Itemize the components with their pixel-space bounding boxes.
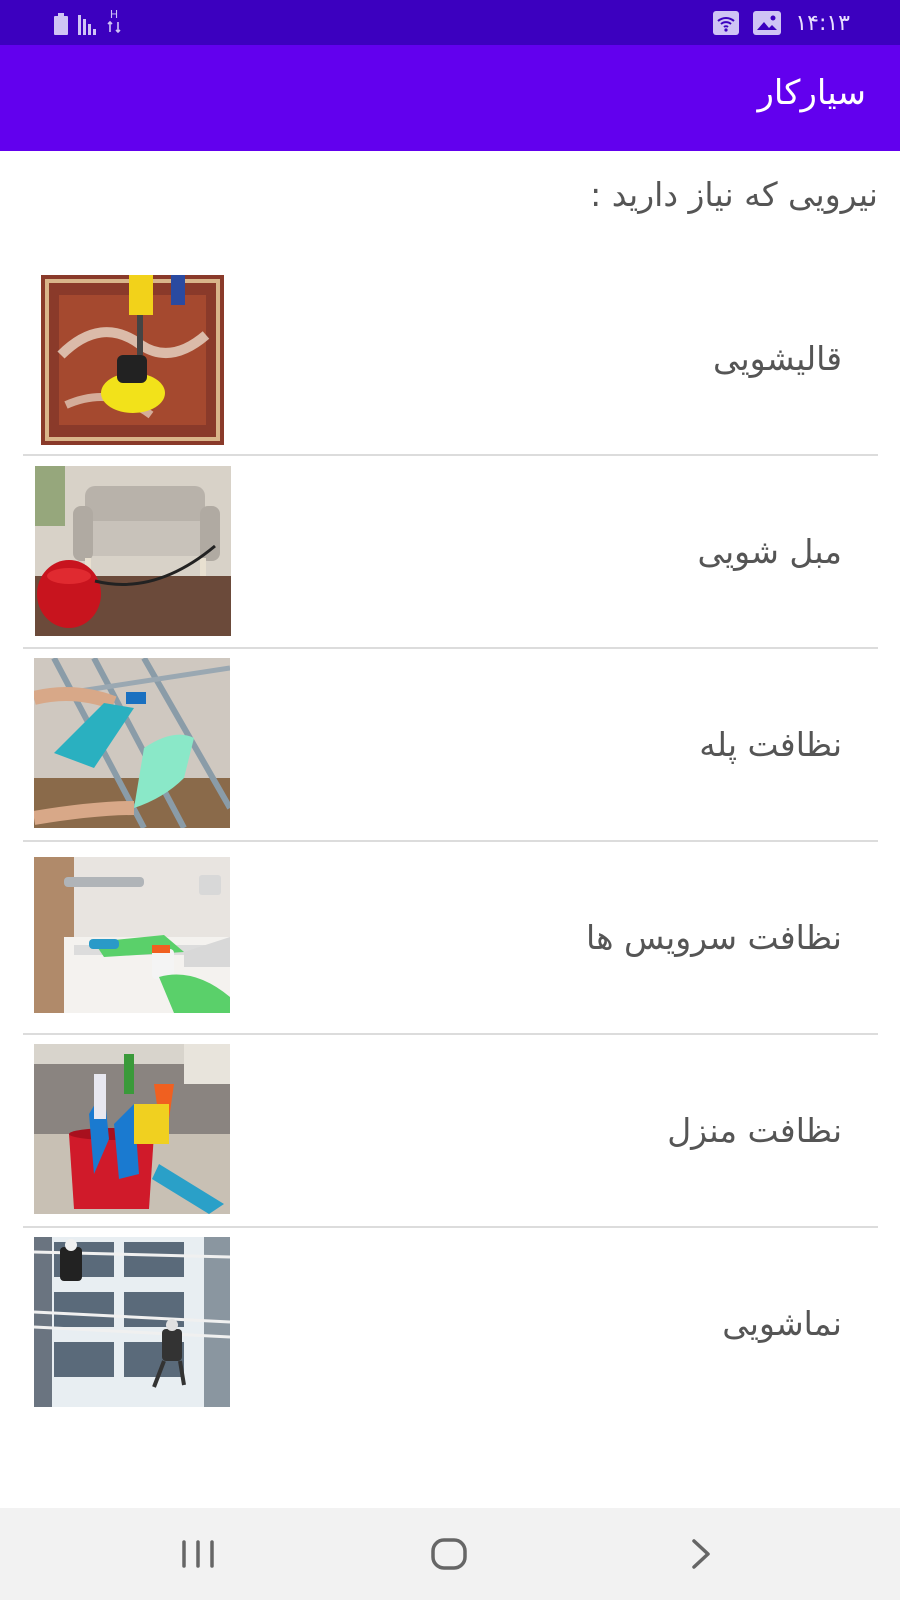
service-item-house-cleaning[interactable]: نظافت منزل: [23, 1034, 878, 1228]
stair-cleaning-image: [34, 658, 230, 828]
service-label: مبل شویی: [697, 531, 842, 571]
navigation-bar: [0, 1508, 900, 1600]
service-label: نظافت پله: [699, 724, 842, 764]
service-item-facade-washing[interactable]: نماشویی: [23, 1227, 878, 1419]
home-button[interactable]: [429, 1536, 469, 1572]
wifi-icon: [713, 11, 740, 35]
service-label: قالیشویی: [712, 338, 842, 378]
network-type-icon: H: [106, 9, 122, 35]
facade-washing-image: [34, 1237, 230, 1407]
service-label: نظافت منزل: [667, 1110, 842, 1150]
image-icon: [753, 11, 782, 35]
network-type-label: H: [109, 8, 119, 21]
back-button[interactable]: [682, 1536, 722, 1572]
carpet-washing-image: [41, 275, 224, 445]
recent-apps-icon: [182, 1540, 214, 1568]
service-item-stair-cleaning[interactable]: نظافت پله: [23, 648, 878, 842]
service-item-carpet-washing[interactable]: قالیشویی: [23, 262, 878, 456]
sofa-washing-image: [35, 466, 231, 636]
app-title: سیارکار: [757, 73, 867, 113]
battery-icon: [54, 13, 68, 35]
back-icon: [692, 1539, 710, 1569]
house-cleaning-image: [34, 1044, 230, 1214]
service-label: نماشویی: [722, 1303, 842, 1343]
prompt-text: نیرویی که نیاز دارید :: [590, 175, 878, 214]
status-bar: H ۱۴:۱۳: [0, 0, 900, 45]
app-bar: سیارکار: [0, 45, 900, 151]
recent-apps-button[interactable]: [178, 1536, 218, 1572]
signal-icon: [78, 13, 96, 35]
home-icon: [431, 1538, 467, 1570]
service-item-sofa-washing[interactable]: مبل شویی: [23, 455, 878, 649]
service-item-bathroom-cleaning[interactable]: نظافت سرویس ها: [23, 841, 878, 1035]
service-label: نظافت سرویس ها: [586, 917, 842, 957]
status-time: ۱۴:۱۳: [795, 10, 850, 36]
bathroom-cleaning-image: [34, 857, 230, 1013]
